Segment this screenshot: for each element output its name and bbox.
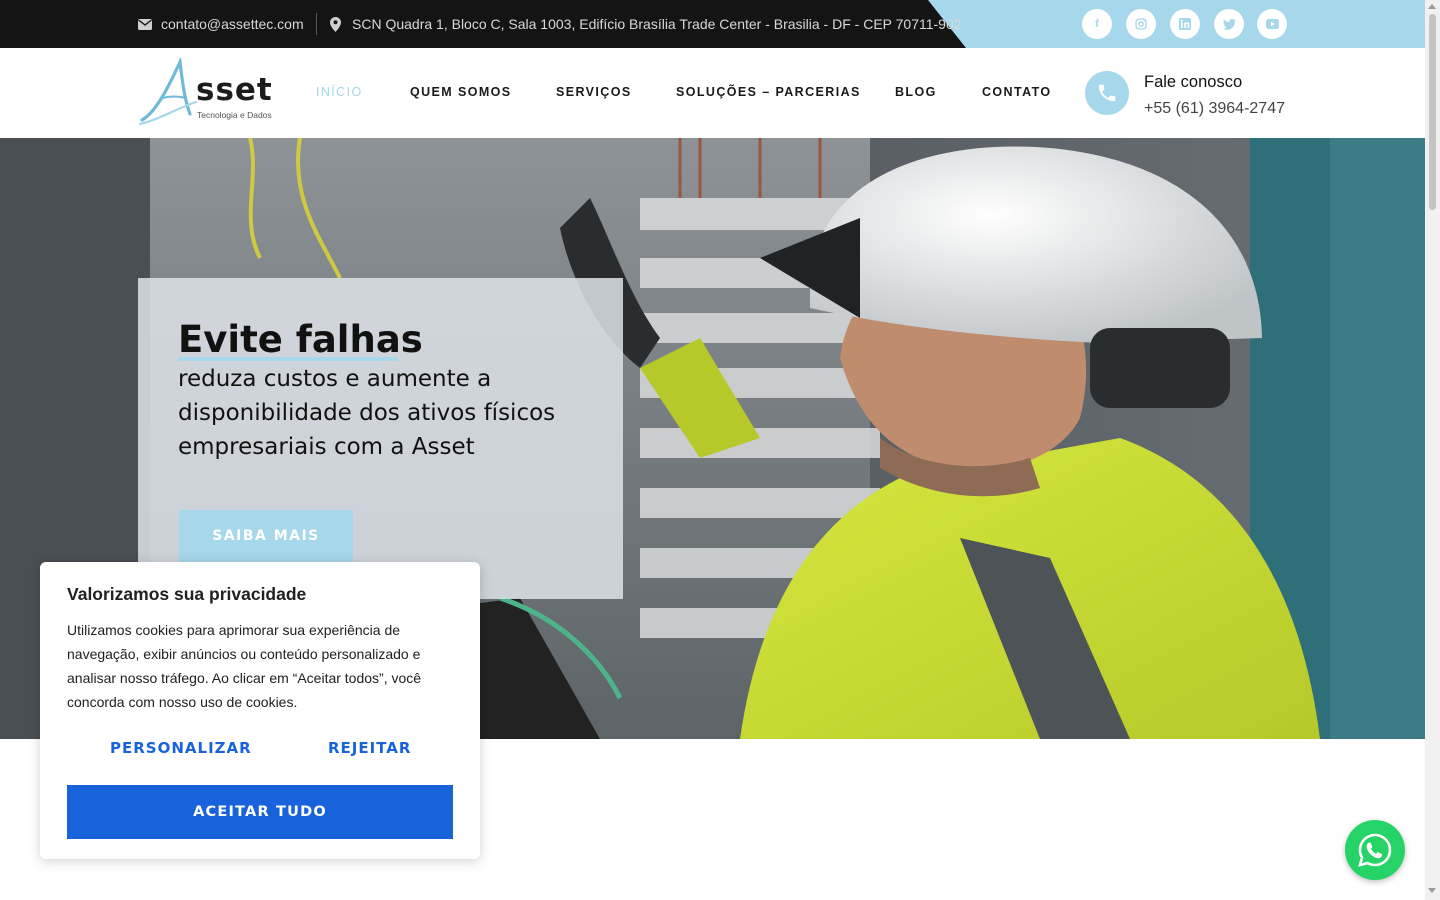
main-header: sset Tecnologia e Dados INÍCIO QUEM SOMO… [0,48,1425,138]
hero-title: Evite falhas [178,318,423,361]
whatsapp-icon [1358,833,1392,867]
nav-solucoes-parcerias[interactable]: SOLUÇÕES – PARCERIAS [676,85,861,99]
contact-title: Fale conosco [1144,73,1243,91]
cookie-consent-panel: Valorizamos sua privacidade Utilizamos c… [40,562,480,859]
cookie-accept-all-button[interactable]: ACEITAR TUDO [67,785,453,839]
nav-inicio[interactable]: INÍCIO [316,85,363,99]
nav-contato[interactable]: CONTATO [982,85,1052,99]
top-bar: contato@assettec.com SCN Quadra 1, Bloco… [0,0,1425,48]
facebook-icon[interactable]: f [1082,9,1112,39]
asset-logo[interactable]: sset Tecnologia e Dados [138,58,283,128]
saiba-mais-button[interactable]: SAIBA MAIS [179,510,353,562]
scroll-up-arrow-icon[interactable] [1428,4,1436,9]
map-pin-icon [330,16,341,32]
logo-tagline: Tecnologia e Dados [197,110,272,120]
instagram-icon[interactable] [1126,9,1156,39]
cookie-description: Utilizamos cookies para aprimorar sua ex… [67,622,422,710]
phone-icon [1098,84,1116,102]
whatsapp-button[interactable] [1345,820,1405,880]
linkedin-icon[interactable] [1170,9,1200,39]
contact-email-link[interactable]: contato@assettec.com [138,0,304,48]
nav-servicos[interactable]: SERVIÇOS [556,85,632,99]
cookie-customize-button[interactable]: PERSONALIZAR [110,739,252,757]
nav-quem-somos[interactable]: QUEM SOMOS [410,85,512,99]
phone-button[interactable] [1085,71,1129,115]
nav-blog[interactable]: BLOG [895,85,937,99]
twitter-icon[interactable] [1214,9,1244,39]
logo-wordmark: sset [196,72,273,108]
contact-phone-link[interactable]: +55 (61) 3964-2747 [1144,100,1285,118]
cookie-reject-button[interactable]: REJEITAR [328,739,411,757]
youtube-icon[interactable] [1257,9,1287,39]
scroll-thumb[interactable] [1429,14,1436,210]
contact-email-text: contato@assettec.com [161,16,304,32]
top-bar-divider [316,13,317,35]
page-scrollbar[interactable] [1425,0,1440,900]
envelope-icon [138,18,152,30]
cookie-title: Valorizamos sua privacidade [67,584,307,604]
hero-subtitle: reduza custos e aumente a disponibilidad… [178,366,556,460]
scroll-down-arrow-icon[interactable] [1428,888,1436,893]
hero-card: Evite falhas reduza custos e aumente a d… [138,278,623,599]
address: SCN Quadra 1, Bloco C, Sala 1003, Edifíc… [330,0,962,48]
address-text: SCN Quadra 1, Bloco C, Sala 1003, Edifíc… [352,16,962,32]
